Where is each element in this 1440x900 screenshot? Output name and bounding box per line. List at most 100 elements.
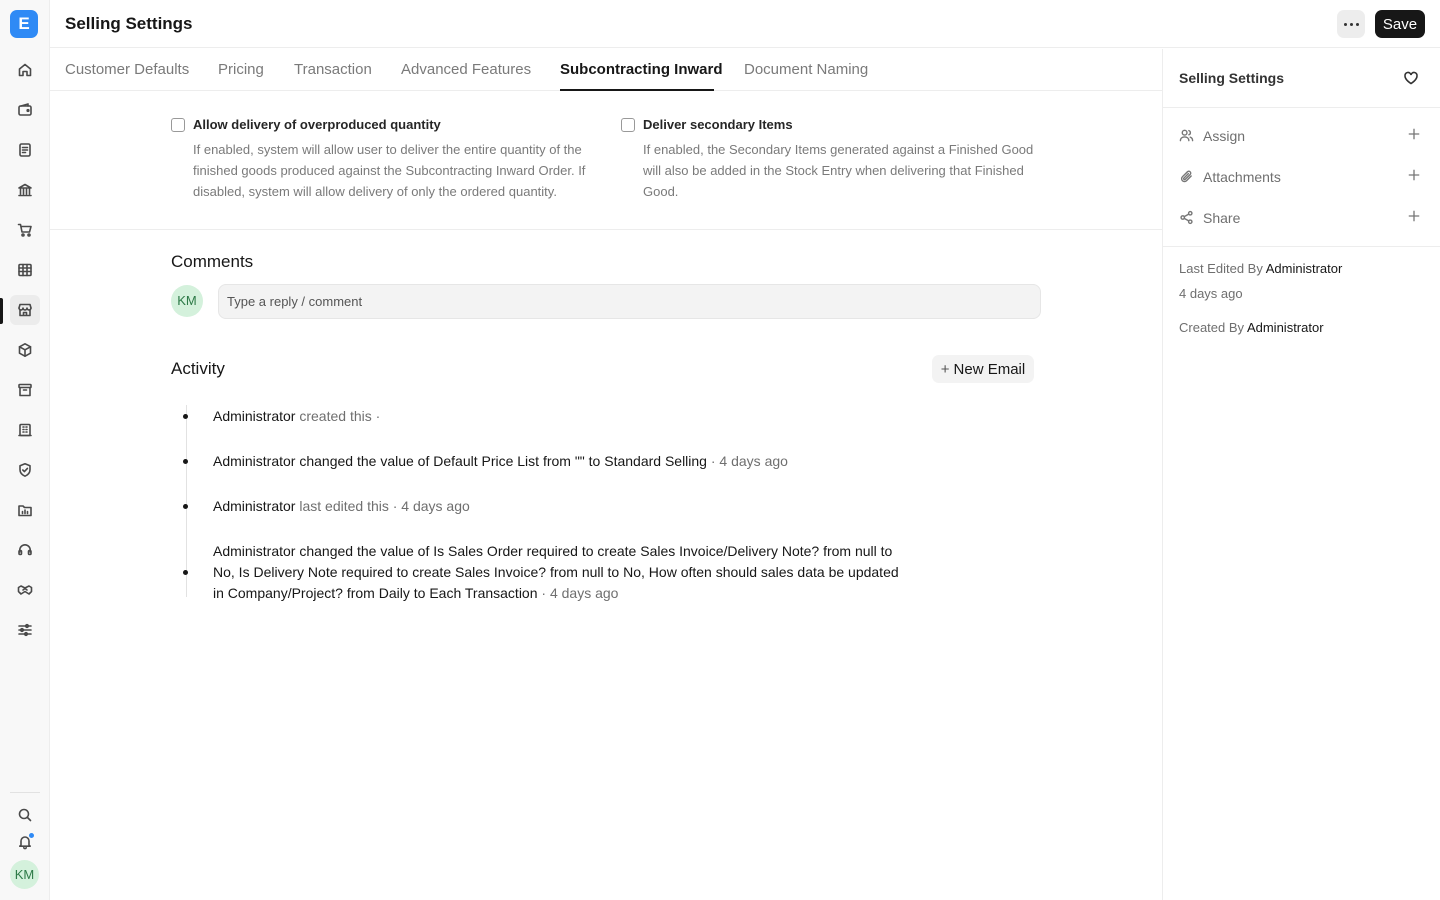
active-rail-indicator <box>0 298 3 324</box>
cart-icon[interactable] <box>10 215 40 245</box>
document-sidebar: Selling Settings Assign Attachments Shar… <box>1162 49 1440 900</box>
bell-icon[interactable] <box>10 827 40 857</box>
activity-text: Each Transaction <box>429 585 538 601</box>
timeline-dot <box>183 504 188 509</box>
activity-item: Administrator last edited this · 4 days … <box>183 496 903 517</box>
timeline-dot <box>183 414 188 419</box>
tab-customer-defaults[interactable]: Customer Defaults <box>65 61 189 78</box>
created-prefix: Created By <box>1179 320 1245 335</box>
sidebar-share[interactable]: Share <box>1179 208 1423 230</box>
sidebar-divider <box>1163 107 1440 108</box>
field-description: If enabled, system will allow user to de… <box>193 142 586 199</box>
last-edited-prefix: Last Edited By <box>1179 261 1263 276</box>
activity-heading: Activity <box>171 359 225 378</box>
share-icon <box>1180 210 1193 225</box>
add-assign-icon[interactable] <box>1407 127 1423 143</box>
main-content: Customer Defaults Pricing Transaction Ad… <box>50 49 1162 900</box>
activity-text: created this · <box>295 408 381 424</box>
activity-text: null <box>581 564 604 580</box>
new-email-label: New Email <box>953 360 1026 378</box>
add-attachment-icon[interactable] <box>1407 168 1423 184</box>
rail-divider <box>10 792 40 793</box>
archive-icon[interactable] <box>10 375 40 405</box>
active-tab-underline <box>560 89 714 91</box>
field-description: If enabled, the Secondary Items generate… <box>643 142 1034 199</box>
top-bar: Selling Settings Save <box>50 0 1440 48</box>
folder-chart-icon[interactable] <box>10 495 40 525</box>
store-icon[interactable] <box>10 295 40 325</box>
activity-text: Daily <box>378 585 410 601</box>
new-email-button[interactable]: + New Email <box>932 355 1034 383</box>
activity-text: · 4 days ago <box>706 453 788 469</box>
handshake-icon[interactable] <box>10 575 40 605</box>
deliver-secondary-checkbox[interactable] <box>621 118 635 132</box>
share-label: Share <box>1203 210 1241 226</box>
activity-text: to <box>603 564 624 580</box>
tab-bar: Customer Defaults Pricing Transaction Ad… <box>50 49 1162 91</box>
activity-timeline <box>186 405 187 597</box>
notification-dot <box>28 832 35 839</box>
comment-input[interactable] <box>218 284 1041 319</box>
app-sidebar-rail: E KM <box>0 0 50 900</box>
last-edited-time: 4 days ago <box>1179 286 1243 301</box>
assign-label: Assign <box>1203 128 1246 144</box>
last-edited-info: Last Edited By Administrator <box>1179 261 1342 276</box>
timeline-dot <box>183 570 188 575</box>
paperclip-icon <box>1180 170 1192 183</box>
shield-icon[interactable] <box>10 455 40 485</box>
wallet-icon[interactable] <box>10 95 40 125</box>
plus-icon: + <box>940 360 950 378</box>
created-info: Created By Administrator <box>1179 320 1324 335</box>
tab-subcontracting-inward[interactable]: Subcontracting Inward <box>560 61 723 78</box>
activity-text: No <box>623 564 642 580</box>
headset-icon[interactable] <box>10 535 40 565</box>
field-label: Allow delivery of overproduced quantity <box>193 117 441 132</box>
attachments-label: Attachments <box>1203 169 1281 185</box>
section-divider <box>50 229 1162 230</box>
allow-overproduced-checkbox[interactable] <box>171 118 185 132</box>
app-logo[interactable]: E <box>10 10 38 38</box>
sliders-icon[interactable] <box>10 615 40 645</box>
home-icon[interactable] <box>10 55 40 85</box>
tab-advanced-features[interactable]: Advanced Features <box>401 61 531 78</box>
field-label: Deliver secondary Items <box>643 117 793 132</box>
activity-item: Administrator changed the value of Is Sa… <box>183 541 903 604</box>
table-icon[interactable] <box>10 255 40 285</box>
activity-text: · 4 days ago <box>537 585 619 601</box>
comments-heading: Comments <box>171 252 254 271</box>
user-avatar[interactable]: KM <box>10 860 39 889</box>
more-actions-button[interactable] <box>1337 10 1365 38</box>
sidebar-divider <box>1163 246 1440 247</box>
building-icon[interactable] <box>10 415 40 445</box>
activity-text: Administrator changed the value of Is Sa… <box>213 543 855 559</box>
ellipsis-icon <box>1343 22 1347 26</box>
tab-document-naming[interactable]: Document Naming <box>744 61 868 78</box>
document-icon[interactable] <box>10 135 40 165</box>
tab-transaction[interactable]: Transaction <box>294 61 372 78</box>
activity-text: Standard Selling <box>604 453 707 469</box>
last-edited-user[interactable]: Administrator <box>1266 261 1343 276</box>
comment-avatar: KM <box>171 285 203 317</box>
sidebar-attachments[interactable]: Attachments <box>1179 167 1423 189</box>
activity-text: to <box>409 585 430 601</box>
activity-item: Administrator created this · <box>183 406 903 427</box>
search-icon[interactable] <box>10 800 40 830</box>
activity-text: Administrator <box>213 408 296 424</box>
sidebar-assign[interactable]: Assign <box>1179 126 1423 148</box>
activity-text: null <box>854 543 877 559</box>
save-button[interactable]: Save <box>1375 10 1425 38</box>
tab-pricing[interactable]: Pricing <box>218 61 264 78</box>
activity-text: to <box>876 543 893 559</box>
activity-text: No <box>213 564 231 580</box>
activity-text: last edited this · 4 days ago <box>295 498 470 514</box>
package-icon[interactable] <box>10 335 40 365</box>
created-user[interactable]: Administrator <box>1247 320 1324 335</box>
add-share-icon[interactable] <box>1407 209 1423 225</box>
users-icon <box>1179 129 1194 142</box>
page-title: Selling Settings <box>65 14 193 33</box>
heart-icon[interactable] <box>1403 70 1421 88</box>
activity-text: Administrator changed the value of Defau… <box>213 453 605 469</box>
activity-item: Administrator changed the value of Defau… <box>183 451 903 472</box>
bank-icon[interactable] <box>10 175 40 205</box>
sidebar-title: Selling Settings <box>1179 70 1285 86</box>
